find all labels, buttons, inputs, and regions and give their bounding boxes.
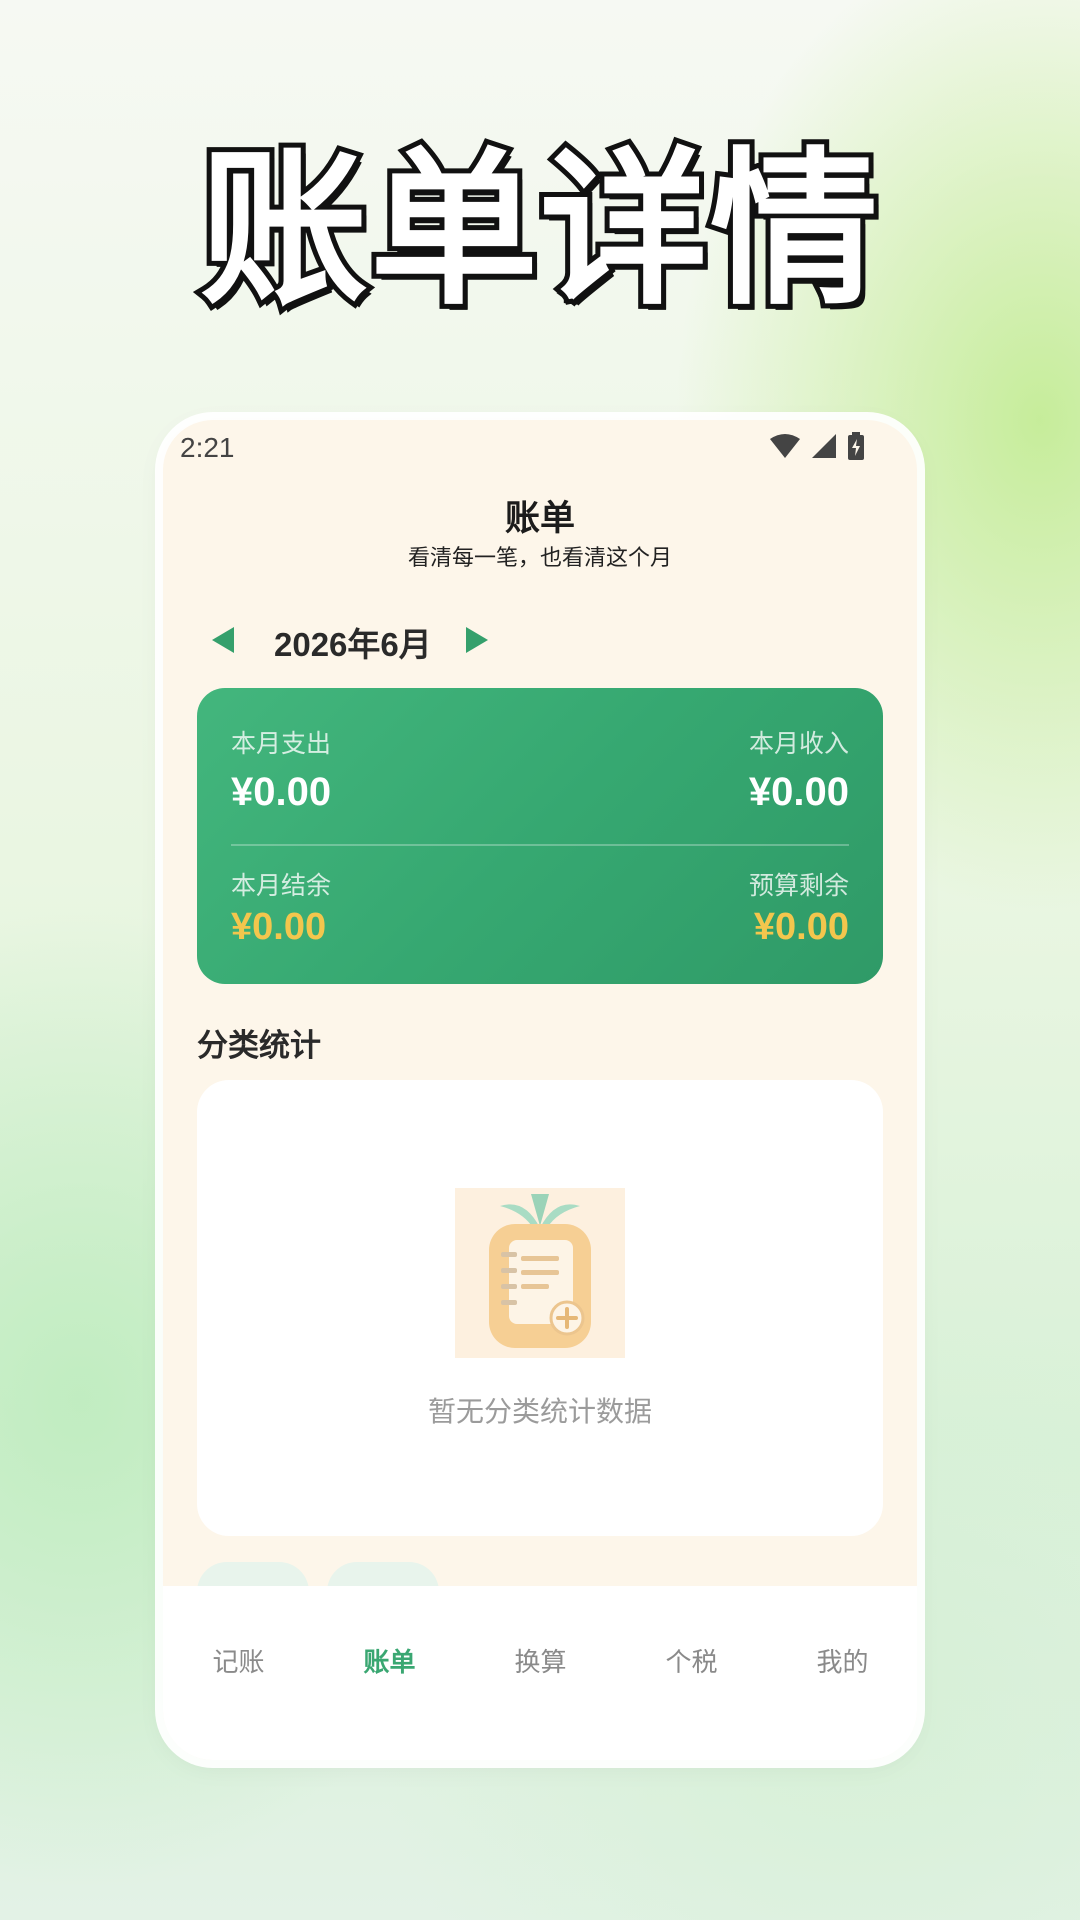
income-label: 本月收入 [748, 729, 849, 758]
page-title: 账单 [504, 499, 575, 539]
status-bar: 2:21 [163, 420, 917, 470]
tab-converter[interactable]: 换算 [465, 1642, 616, 1679]
triangle-left-icon [210, 626, 236, 658]
tab-bookkeeping[interactable]: 记账 [163, 1642, 314, 1679]
status-icons [769, 432, 865, 460]
income-value: ¥0.00 [748, 770, 849, 814]
empty-state-text: 暂无分类统计数据 [427, 1395, 652, 1428]
battery-charging-icon [847, 432, 865, 460]
income-summary: 本月收入 ¥0.00 [749, 724, 849, 815]
budget-label: 预算剩余 [748, 871, 849, 900]
expense-label: 本月支出 [231, 729, 332, 758]
status-time: 2:21 [180, 432, 235, 463]
budget-summary: 预算剩余 ¥0.00 [749, 866, 849, 949]
promo-title: 账单详情 [195, 132, 883, 328]
empty-state-illustration [455, 1188, 625, 1358]
balance-value: ¥0.00 [231, 906, 327, 948]
category-stats-title: 分类统计 [197, 1028, 321, 1064]
expense-value: ¥0.00 [231, 770, 332, 814]
tab-income-tax[interactable]: 个税 [616, 1642, 767, 1679]
next-month-button[interactable] [462, 622, 492, 662]
month-label: 2026年6月 [274, 626, 432, 663]
tab-mine[interactable]: 我的 [767, 1642, 917, 1679]
category-stats-card: 暂无分类统计数据 [197, 1080, 883, 1536]
monthly-summary-card: 本月支出 ¥0.00 本月收入 ¥0.00 本月结余 ¥0.00 预算剩余 ¥0… [197, 688, 883, 984]
budget-value: ¥0.00 [753, 906, 849, 948]
summary-divider [231, 844, 849, 846]
expense-summary: 本月支出 ¥0.00 [231, 724, 331, 815]
balance-summary: 本月结余 ¥0.00 [231, 866, 331, 949]
triangle-right-icon [464, 626, 490, 658]
page-subtitle: 看清每一笔，也看清这个月 [407, 546, 672, 571]
phone-screen: 2:21 账单 看清每一笔，也看清这个月 2026年6月 本月支出 ¥0.00 … [163, 420, 917, 1760]
tab-bills[interactable]: 账单 [314, 1642, 465, 1679]
bottom-tab-bar: 记账 账单 换算 个税 我的 [163, 1586, 917, 1760]
pineapple-notebook-icon [455, 1194, 625, 1362]
signal-icon [811, 433, 837, 459]
month-navigator: 2026年6月 [208, 620, 492, 664]
wifi-icon [769, 433, 801, 459]
prev-month-button[interactable] [208, 622, 238, 662]
balance-label: 本月结余 [231, 871, 332, 900]
